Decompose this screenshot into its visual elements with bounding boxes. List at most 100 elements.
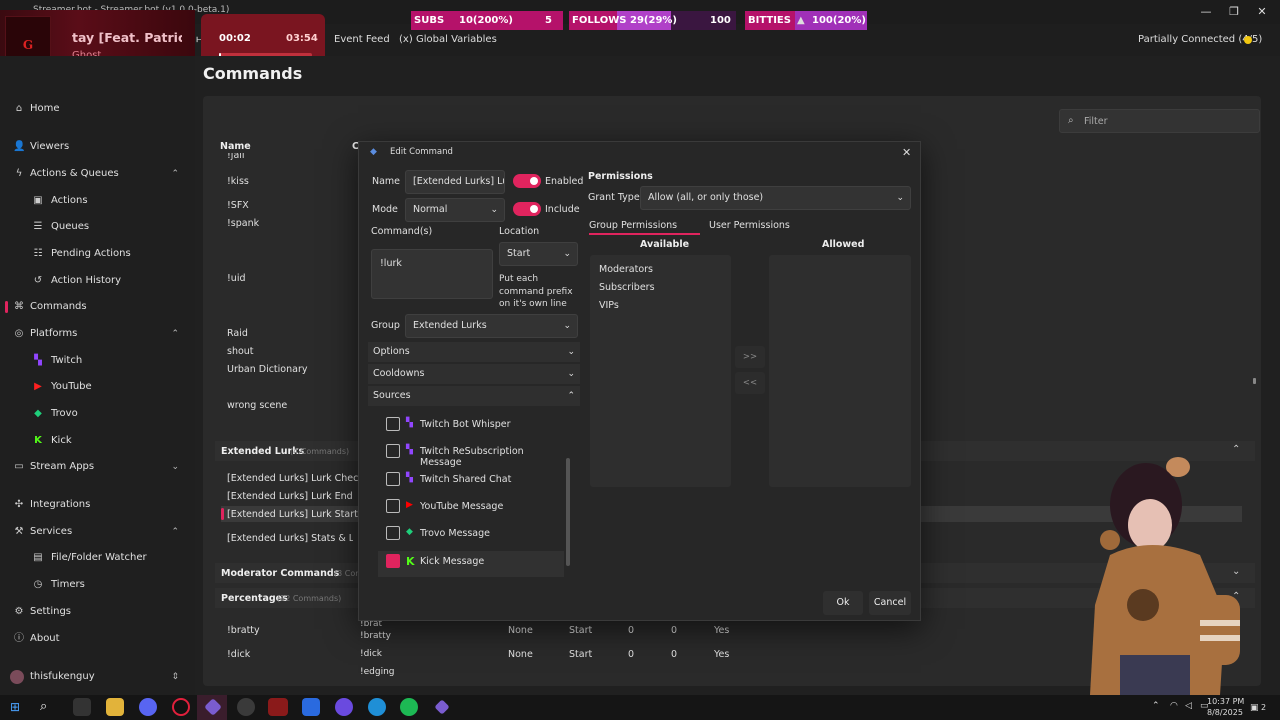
table-row[interactable]: [Extended Lurks] Stats & Leade — [227, 533, 353, 544]
discord-icon[interactable] — [139, 698, 157, 716]
voicemod-icon[interactable] — [268, 698, 288, 716]
sources-section[interactable]: Sources ⌃ — [368, 386, 580, 406]
maximize-button[interactable]: ❐ — [1224, 4, 1244, 20]
table-row[interactable]: !jail — [227, 153, 352, 164]
table-row[interactable]: [Extended Lurks] Lurk Check — [227, 473, 364, 484]
grant-type-select[interactable]: Allow (all, or only those) ⌄ — [640, 186, 911, 210]
table-row[interactable]: wrong scene — [227, 400, 287, 411]
tab-group-permissions[interactable]: Group Permissions — [589, 220, 677, 231]
column-header-name[interactable]: Name — [220, 141, 251, 152]
chevron-up-icon[interactable]: ⌃ — [1152, 701, 1160, 711]
sidebar-item-about[interactable]: ⓘ About — [0, 626, 195, 652]
location-select[interactable]: Start ⌄ — [499, 242, 578, 266]
source-option[interactable]: ▶ YouTube Message — [380, 496, 558, 522]
table-row[interactable]: [Extended Lurks] Lurk End — [227, 491, 353, 502]
sidebar-item-youtube[interactable]: ▶ YouTube — [0, 374, 195, 400]
source-option[interactable]: ▚ Twitch Shared Chat — [380, 469, 558, 495]
enabled-toggle[interactable] — [513, 174, 541, 188]
source-option[interactable]: K Kick Message — [378, 550, 564, 577]
spotify-icon[interactable] — [400, 698, 418, 716]
app-icon[interactable] — [335, 698, 353, 716]
sidebar-item-platforms[interactable]: ◎ Platforms ⌃ — [0, 321, 195, 347]
sidebar-item-queues[interactable]: ☰ Queues — [0, 214, 195, 240]
sidebar-item-file-folder-watcher[interactable]: ▤ File/Folder Watcher — [0, 545, 195, 571]
sidebar-item-home[interactable]: ⌂ Home — [0, 96, 195, 122]
allowed-list[interactable] — [769, 255, 911, 487]
chevron-up-icon[interactable]: ⌃ — [1232, 444, 1240, 455]
sidebar-item-timers[interactable]: ◷ Timers — [0, 572, 195, 598]
sidebar-item-twitch[interactable]: ▚ Twitch — [0, 348, 195, 374]
commands-textarea[interactable]: !lurk — [371, 249, 493, 299]
table-row[interactable]: !SFX — [227, 200, 249, 211]
mode-select[interactable]: Normal ⌄ — [405, 198, 505, 222]
sidebar-item-stream-apps[interactable]: ▭ Stream Apps ⌄ — [0, 454, 195, 480]
remove-permission-button[interactable]: << — [735, 372, 765, 394]
windows-start-icon[interactable]: ⊞ — [10, 700, 20, 714]
sources-scrollbar[interactable] — [566, 458, 570, 566]
sidebar-label: YouTube — [51, 381, 92, 392]
table-row[interactable]: !kiss — [227, 176, 249, 187]
source-option[interactable]: ▚ Twitch Bot Whisper — [380, 414, 558, 440]
global-variables-button[interactable]: Global Variables — [416, 34, 497, 45]
sidebar-item-viewers[interactable]: 👤 Viewers — [0, 134, 195, 160]
clock-time[interactable]: 10:37 PM — [1207, 697, 1244, 706]
sidebar-item-actions[interactable]: ▣ Actions — [0, 188, 195, 214]
vscode-icon[interactable] — [302, 698, 320, 716]
sidebar-item-actions-queues[interactable]: ϟ Actions & Queues ⌃ — [0, 161, 195, 187]
youtube-icon: ▶ — [34, 381, 42, 392]
notification-icon[interactable]: ▣ — [1250, 703, 1259, 713]
wifi-icon[interactable]: ◠ — [1170, 701, 1178, 711]
table-row[interactable]: Raid — [227, 328, 248, 339]
sidebar-item-pending-actions[interactable]: ☷ Pending Actions — [0, 241, 195, 267]
source-option[interactable]: ◆ Trovo Message — [380, 523, 558, 549]
source-checkbox[interactable] — [386, 417, 400, 431]
table-row[interactable]: !spank — [227, 218, 259, 229]
obs-icon[interactable] — [237, 698, 255, 716]
close-icon[interactable]: ✕ — [902, 146, 911, 159]
source-checkbox[interactable] — [386, 498, 400, 513]
sidebar-item-integrations[interactable]: ✣ Integrations — [0, 492, 195, 518]
volume-icon[interactable]: ◁ — [1185, 701, 1192, 711]
list-item[interactable]: Subscribers — [599, 282, 655, 293]
table-row[interactable]: !uid — [227, 273, 246, 284]
name-field[interactable]: [Extended Lurks] Lurk — [405, 170, 505, 194]
options-section[interactable]: Options ⌄ — [368, 342, 580, 362]
sidebar-item-settings[interactable]: ⚙ Settings — [0, 599, 195, 625]
list-item[interactable]: Moderators — [599, 264, 653, 275]
source-checkbox[interactable] — [386, 471, 400, 486]
ok-button[interactable]: Ok — [823, 591, 863, 615]
clock-date[interactable]: 8/8/2025 — [1207, 708, 1243, 717]
include-toggle[interactable] — [513, 202, 541, 216]
source-checkbox[interactable] — [386, 444, 400, 459]
available-list[interactable]: Moderators Subscribers VIPs — [590, 255, 731, 487]
list-item[interactable]: VIPs — [599, 300, 619, 311]
search-icon[interactable]: ⌕ — [40, 699, 47, 714]
table-row[interactable]: [Extended Lurks] Lurk Start — [227, 509, 358, 520]
location-label: Location — [499, 226, 540, 237]
source-checkbox[interactable] — [386, 553, 400, 568]
opera-icon[interactable] — [172, 698, 190, 716]
file-explorer-icon[interactable] — [106, 698, 124, 716]
cooldowns-section[interactable]: Cooldowns ⌄ — [368, 364, 580, 384]
group-select[interactable]: Extended Lurks ⌄ — [405, 314, 578, 338]
source-option[interactable]: ▚ Twitch ReSubscription Message — [380, 441, 558, 468]
table-row[interactable]: shout — [227, 346, 254, 357]
sidebar-item-action-history[interactable]: ↺ Action History — [0, 268, 195, 294]
close-window-button[interactable]: ✕ — [1252, 4, 1272, 20]
event-feed-button[interactable]: Event Feed — [334, 34, 390, 45]
sidebar-item-commands[interactable]: ⌘ Commands — [0, 294, 195, 320]
row-name: !bratty — [227, 625, 260, 636]
source-checkbox[interactable] — [386, 526, 400, 541]
cancel-button[interactable]: Cancel — [869, 591, 911, 615]
tab-user-permissions[interactable]: User Permissions — [709, 220, 790, 231]
add-permission-button[interactable]: >> — [735, 346, 765, 368]
edge-icon[interactable] — [368, 698, 386, 716]
sidebar-item-kick[interactable]: K Kick — [0, 428, 195, 454]
filter-input[interactable]: ⌕ Filter — [1059, 109, 1260, 133]
task-view-icon[interactable] — [73, 698, 91, 716]
user-menu[interactable]: thisfukenguy ⇕ — [0, 664, 195, 690]
minimize-button[interactable]: — — [1196, 4, 1216, 20]
table-row[interactable]: Urban Dictionary — [227, 364, 307, 375]
sidebar-item-trovo[interactable]: ◆ Trovo — [0, 401, 195, 427]
sidebar-item-services[interactable]: ⚒ Services ⌃ — [0, 519, 195, 545]
